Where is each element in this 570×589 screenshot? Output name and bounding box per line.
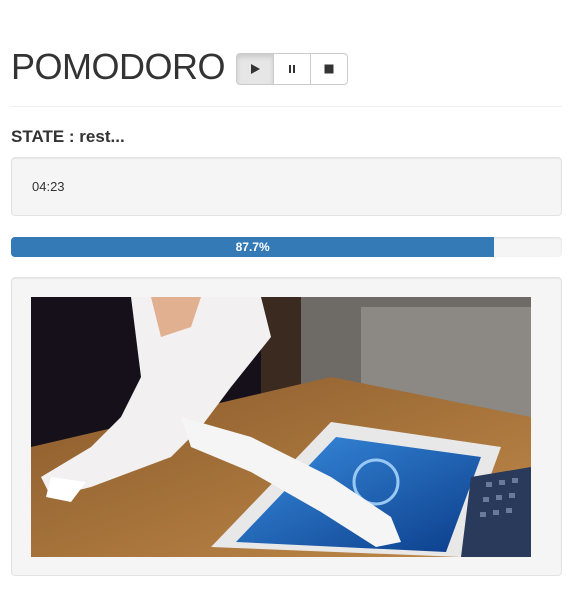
header: POMODORO	[11, 44, 349, 90]
progress-track: 87.7%	[11, 237, 562, 257]
pause-icon	[289, 65, 296, 73]
media-panel	[11, 277, 562, 576]
progress-bar: 87.7%	[11, 237, 495, 257]
timer-value: 04:23	[32, 179, 65, 194]
play-icon	[251, 64, 261, 74]
play-button[interactable]	[236, 53, 275, 85]
state-label: STATE : rest...	[11, 127, 125, 146]
cat-gif-image	[31, 297, 531, 557]
timer-controls	[236, 53, 349, 85]
timer-panel: 04:23	[11, 157, 562, 216]
page-title: POMODORO	[11, 46, 226, 87]
stop-button[interactable]	[310, 53, 349, 85]
divider	[11, 106, 562, 107]
pause-button[interactable]	[273, 53, 312, 85]
stop-icon	[324, 64, 334, 74]
